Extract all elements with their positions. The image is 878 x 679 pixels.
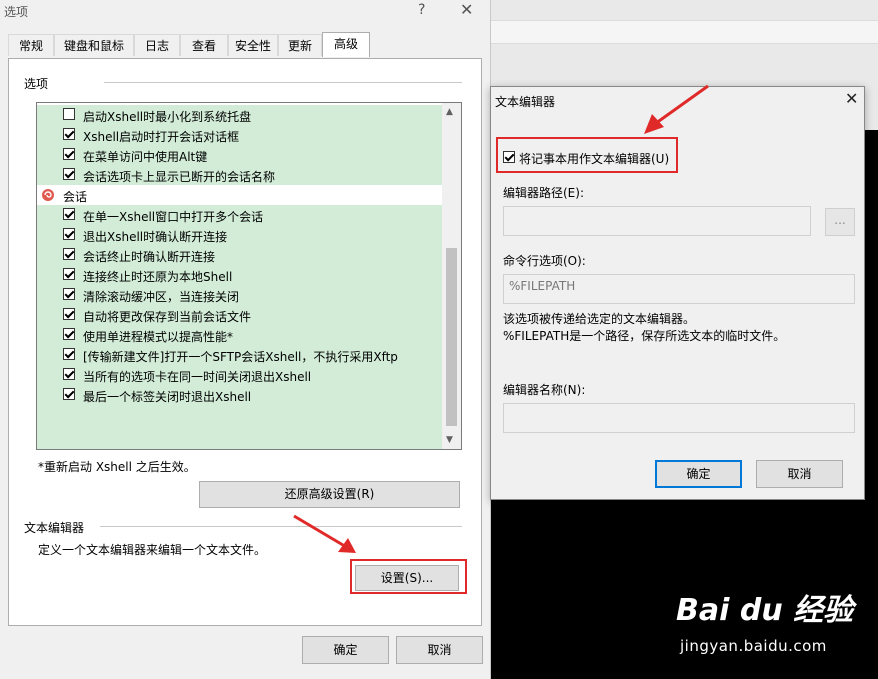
- tab-log[interactable]: 日志: [134, 34, 180, 56]
- list-item[interactable]: 自动将更改保存到当前会话文件: [37, 305, 442, 325]
- text-editor-group-divider: [100, 526, 462, 527]
- annotation-highlight-box: [496, 137, 678, 173]
- text-editor-group-label: 文本编辑器: [24, 521, 85, 535]
- watermark-url: jingyan.baidu.com: [680, 637, 827, 655]
- text-editor-description: 定义一个文本编辑器来编辑一个文本文件。: [38, 543, 267, 557]
- list-item[interactable]: 会话终止时确认断开连接: [37, 245, 442, 265]
- close-icon[interactable]: ✕: [460, 0, 473, 19]
- option-label: 最后一个标签关闭时退出Xshell: [83, 390, 252, 404]
- checkbox[interactable]: [63, 308, 75, 320]
- option-label: 退出Xshell时确认断开连接: [83, 230, 228, 244]
- option-label: 使用单进程模式以提高性能*: [83, 330, 234, 344]
- cancel-button[interactable]: 取消: [396, 636, 483, 664]
- command-line-description: 该选项被传递给选定的文本编辑器。 %FILEPATH是一个路径，保存所选文本的临…: [503, 311, 785, 345]
- close-icon[interactable]: ✕: [845, 89, 858, 108]
- checkbox[interactable]: [63, 148, 75, 160]
- option-label: 启动Xshell时最小化到系统托盘: [83, 110, 252, 124]
- checkbox[interactable]: [63, 268, 75, 280]
- checkbox[interactable]: [63, 348, 75, 360]
- list-item[interactable]: 当所有的选项卡在同一时间关闭退出Xshell: [37, 365, 442, 385]
- list-item[interactable]: 退出Xshell时确认断开连接: [37, 225, 442, 245]
- checkbox[interactable]: [63, 208, 75, 220]
- scroll-down-icon[interactable]: ▼: [446, 435, 453, 445]
- editor-name-label: 编辑器名称(N):: [503, 383, 586, 397]
- editor-path-field[interactable]: [503, 206, 811, 236]
- category-label: 会话: [63, 190, 88, 204]
- checkbox[interactable]: [63, 228, 75, 240]
- option-label: 当所有的选项卡在同一时间关闭退出Xshell: [83, 370, 312, 384]
- editor-path-label: 编辑器路径(E):: [503, 186, 584, 200]
- editor-name-field[interactable]: [503, 403, 855, 433]
- option-label: 在单一Xshell窗口中打开多个会话: [83, 210, 264, 224]
- checkbox[interactable]: [63, 288, 75, 300]
- options-group-divider: [104, 82, 462, 83]
- watermark-logo: Bai du 经验: [676, 593, 854, 628]
- tab-keyboard-mouse[interactable]: 键盘和鼠标: [54, 34, 134, 56]
- restore-advanced-button[interactable]: 还原高级设置(R): [199, 481, 460, 508]
- advanced-options-list[interactable]: 启动Xshell时最小化到系统托盘 Xshell启动时打开会话对话框 在菜单访问…: [36, 102, 462, 450]
- annotation-arrow-icon: [293, 514, 356, 553]
- description-line: 该选项被传递给选定的文本编辑器。: [503, 312, 696, 326]
- checkbox[interactable]: [63, 108, 75, 120]
- option-label: [传输新建文件]打开一个SFTP会话Xshell，不执行采用Xftp: [83, 350, 398, 364]
- tab-advanced[interactable]: 高级: [322, 32, 370, 57]
- scroll-thumb[interactable]: [446, 248, 457, 426]
- restart-note: *重新启动 Xshell 之后生效。: [38, 460, 196, 474]
- scrollbar[interactable]: ▲ ▼: [442, 103, 461, 449]
- dialog-title: 选项: [4, 5, 29, 19]
- list-item[interactable]: 启动Xshell时最小化到系统托盘: [37, 105, 442, 125]
- description-line: %FILEPATH是一个路径，保存所选文本的临时文件。: [503, 329, 786, 343]
- checkbox[interactable]: [63, 388, 75, 400]
- checkbox[interactable]: [63, 248, 75, 260]
- command-line-field[interactable]: %FILEPATH: [503, 274, 855, 304]
- list-item[interactable]: 会话选项卡上显示已断开的会话名称: [37, 165, 442, 185]
- list-item[interactable]: 在菜单访问中使用Alt键: [37, 145, 442, 165]
- options-group-label: 选项: [24, 77, 49, 91]
- checkbox[interactable]: [63, 128, 75, 140]
- option-label: 在菜单访问中使用Alt键: [83, 150, 208, 164]
- command-line-label: 命令行选项(O):: [503, 254, 586, 268]
- ok-button[interactable]: 确定: [302, 636, 389, 664]
- background-toolbar-strip: [490, 20, 878, 44]
- scroll-up-icon[interactable]: ▲: [446, 107, 453, 117]
- cancel-button[interactable]: 取消: [756, 460, 843, 488]
- option-label: 会话选项卡上显示已断开的会话名称: [83, 170, 276, 184]
- help-icon[interactable]: ?: [418, 2, 425, 18]
- option-label: 连接终止时还原为本地Shell: [83, 270, 233, 284]
- tab-update[interactable]: 更新: [278, 34, 322, 56]
- session-icon: [41, 188, 55, 202]
- annotation-highlight-box: [350, 559, 467, 594]
- annotation-arrow-icon: [644, 84, 709, 134]
- list-item[interactable]: 连接终止时还原为本地Shell: [37, 265, 442, 285]
- checkbox[interactable]: [63, 368, 75, 380]
- list-item[interactable]: 最后一个标签关闭时退出Xshell: [37, 385, 442, 405]
- dialog-title: 文本编辑器: [495, 95, 556, 109]
- baidu-jingyan-watermark: Bai du 经验 jingyan.baidu.com: [676, 585, 876, 675]
- option-label: Xshell启动时打开会话对话框: [83, 130, 240, 144]
- tab-security[interactable]: 安全性: [228, 34, 278, 56]
- option-label: 清除滚动缓冲区，当连接关闭: [83, 290, 240, 304]
- list-empty-area: [37, 405, 442, 449]
- tab-general[interactable]: 常规: [8, 34, 54, 56]
- list-item[interactable]: 清除滚动缓冲区，当连接关闭: [37, 285, 442, 305]
- checkbox[interactable]: [63, 328, 75, 340]
- list-item[interactable]: Xshell启动时打开会话对话框: [37, 125, 442, 145]
- category-row-session: 会话: [37, 185, 442, 205]
- list-item[interactable]: [传输新建文件]打开一个SFTP会话Xshell，不执行采用Xftp: [37, 345, 442, 365]
- checkbox[interactable]: [63, 168, 75, 180]
- list-item[interactable]: 使用单进程模式以提高性能*: [37, 325, 442, 345]
- browse-button[interactable]: ...: [825, 208, 855, 236]
- option-label: 自动将更改保存到当前会话文件: [83, 310, 252, 324]
- option-label: 会话终止时确认断开连接: [83, 250, 216, 264]
- ok-button[interactable]: 确定: [655, 460, 742, 488]
- list-item[interactable]: 在单一Xshell窗口中打开多个会话: [37, 205, 442, 225]
- tab-view[interactable]: 查看: [180, 34, 228, 56]
